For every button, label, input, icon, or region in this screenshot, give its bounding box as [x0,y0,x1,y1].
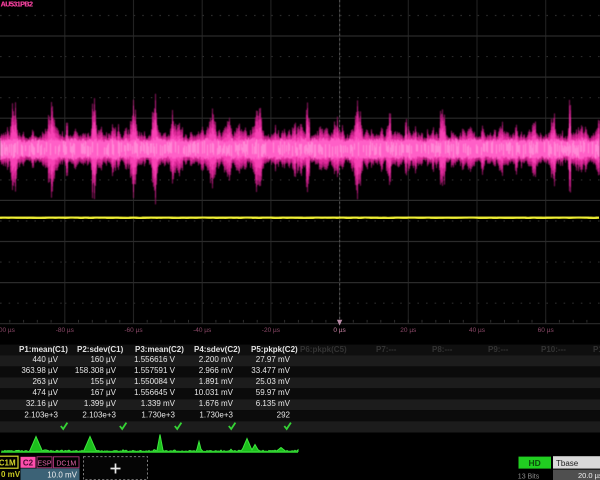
svg-text:2.103e+3: 2.103e+3 [24,410,58,419]
svg-text:P3:mean(C2): P3:mean(C2) [135,345,184,354]
svg-text:P8:---: P8:--- [432,345,453,354]
svg-text:HD: HD [529,458,541,468]
svg-text:440 µV: 440 µV [32,355,58,364]
svg-text:1.550084 V: 1.550084 V [134,377,176,386]
svg-text:1.676 mV: 1.676 mV [199,399,234,408]
svg-text:158.308 µV: 158.308 µV [75,366,117,375]
svg-text:2.200 mV: 2.200 mV [199,355,234,364]
svg-text:2.966 mV: 2.966 mV [199,366,234,375]
svg-text:0 µs: 0 µs [333,327,346,334]
svg-text:-20 µs: -20 µs [262,327,281,334]
svg-text:1.730e+3: 1.730e+3 [141,410,175,419]
svg-text:-40 µs: -40 µs [193,327,212,334]
svg-text:1.556645 V: 1.556645 V [134,388,176,397]
svg-text:P10:---: P10:--- [541,345,566,354]
svg-text:160 µV: 160 µV [90,355,116,364]
svg-text:13 Bits: 13 Bits [518,474,540,480]
svg-text:1.557591 V: 1.557591 V [134,366,176,375]
svg-text:P9:---: P9:--- [488,345,509,354]
svg-text:0 mV: 0 mV [1,470,21,479]
svg-text:Tbase: Tbase [556,459,579,468]
svg-text:P5:pkpk(C2): P5:pkpk(C2) [251,345,298,354]
svg-text:25.03 mV: 25.03 mV [256,377,291,386]
svg-text:2.103e+3: 2.103e+3 [82,410,116,419]
svg-text:40 µs: 40 µs [469,327,486,334]
svg-text:292: 292 [277,410,291,419]
svg-text:C2: C2 [23,459,34,468]
svg-text:P1: P1 [593,345,600,354]
svg-text:DC1M: DC1M [56,460,76,467]
svg-text:10.031 mV: 10.031 mV [194,388,233,397]
svg-text:AU531PB2: AU531PB2 [1,1,33,8]
svg-text:ESP: ESP [37,460,51,467]
svg-text:27.97 mV: 27.97 mV [256,355,291,364]
svg-text:10.0 mV: 10.0 mV [47,470,77,479]
svg-text:474 µV: 474 µV [32,388,58,397]
svg-text:1.891 mV: 1.891 mV [199,377,234,386]
svg-text:-60 µs: -60 µs [124,327,143,334]
svg-text:-80 µs: -80 µs [56,327,75,334]
svg-text:P7:---: P7:--- [376,345,397,354]
svg-text:-100 µs: -100 µs [0,327,16,334]
svg-text:32.16 µV: 32.16 µV [26,399,59,408]
svg-text:60 µs: 60 µs [538,327,555,334]
svg-text:DC1M: DC1M [0,459,16,468]
svg-text:1.399 µV: 1.399 µV [84,399,117,408]
svg-text:59.97 mV: 59.97 mV [256,388,291,397]
svg-text:1.556616 V: 1.556616 V [134,355,176,364]
svg-text:6.135 mV: 6.135 mV [256,399,291,408]
svg-text:1.730e+3: 1.730e+3 [199,410,233,419]
svg-text:20 µs: 20 µs [400,327,417,334]
svg-text:P6:pkpk(C5): P6:pkpk(C5) [300,345,347,354]
svg-text:P4:sdev(C2): P4:sdev(C2) [194,345,241,354]
svg-text:33.477 mV: 33.477 mV [251,366,290,375]
svg-text:263 µV: 263 µV [32,377,58,386]
svg-text:P1:mean(C1): P1:mean(C1) [19,345,68,354]
svg-text:20.0 µs: 20.0 µs [578,471,600,480]
svg-text:1.339 mV: 1.339 mV [141,399,176,408]
svg-text:P2:sdev(C1): P2:sdev(C1) [77,345,124,354]
svg-text:167 µV: 167 µV [90,388,116,397]
svg-text:363.98 µV: 363.98 µV [21,366,58,375]
svg-text:155 µV: 155 µV [90,377,116,386]
